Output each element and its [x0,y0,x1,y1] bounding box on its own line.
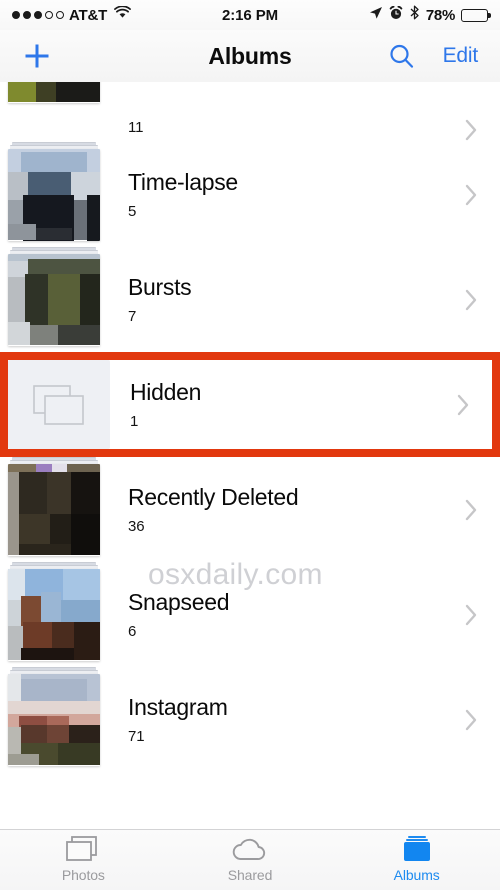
album-row-time-lapse[interactable]: Time-lapse 5 [0,141,500,247]
chevron-right-icon [460,603,482,627]
album-row-recently-deleted[interactable]: Recently Deleted 36 [0,456,500,562]
chevron-right-icon [460,288,482,312]
albums-folder-icon [398,836,436,864]
album-name: Instagram [128,694,228,721]
alarm-clock-icon [389,5,403,25]
location-arrow-icon [369,6,383,25]
photos-stack-icon [64,836,102,864]
bluetooth-icon [409,5,420,25]
signal-dot [23,11,31,19]
album-thumbnail [8,360,110,449]
album-row-text: Hidden 1 [110,379,452,429]
album-count: 5 [128,202,137,220]
chevron-right-icon [460,498,482,522]
cloud-icon [229,837,271,864]
album-name: Hidden [130,379,202,406]
album-row-text: Time-lapse 5 [108,169,460,219]
tab-shared[interactable]: Shared [167,837,334,883]
album-count: 11 [128,119,144,136]
album-row-partial[interactable]: 11 [0,82,500,142]
album-row-text: Recently Deleted 36 [108,484,460,534]
album-count: 1 [130,412,139,430]
album-row-text: 11 [108,112,460,142]
battery-icon [461,8,491,22]
chevron-right-icon [460,183,482,207]
chevron-right-icon [460,708,482,732]
album-row-instagram[interactable]: Instagram 71 [0,666,500,772]
signal-dot [56,11,64,19]
album-name: Snapseed [128,589,230,616]
album-row-bursts[interactable]: Bursts 7 [0,246,500,352]
album-count: 71 [128,727,145,745]
placeholder-stacked-photos-icon [8,360,110,449]
navigation-bar-right: Edit [250,43,478,70]
edit-button[interactable]: Edit [443,44,479,68]
album-thumbnail [0,82,108,142]
album-thumbnail [0,666,108,772]
album-row-snapseed[interactable]: Snapseed 6 [0,561,500,667]
sky-building-photo [8,568,100,661]
status-bar: AT&T 2:16 PM 78% [0,0,500,30]
landscape-sunset-photo [8,673,100,766]
navigation-bar: Albums Edit [0,30,500,82]
album-count: 6 [128,622,137,640]
iphone-screen: AT&T 2:16 PM 78% Albums Edit 11 Time-lap… [0,0,500,890]
tab-albums-label: Albums [393,867,440,883]
navigation-bar-left [22,41,250,71]
olive-green-photo [8,253,100,346]
search-button[interactable] [388,43,415,70]
album-row-hidden[interactable]: Hidden 1 [8,360,492,449]
album-thumbnail [0,561,108,667]
tab-bar: Photos Shared Albums [0,829,500,890]
battery-percent-label: 78% [425,6,455,24]
album-count: 7 [128,307,137,325]
album-thumbnail [0,456,108,562]
highlight-callout-hidden: Hidden 1 [0,352,500,457]
tab-shared-label: Shared [227,867,273,883]
tab-photos[interactable]: Photos [0,836,167,883]
signal-dot [45,11,53,19]
olive-dark-photo [8,82,100,103]
blue-gray-dark-photo [8,148,100,241]
album-name: Recently Deleted [128,484,299,511]
album-name: Time-lapse [128,169,238,196]
signal-dot [12,11,20,19]
album-thumbnail [0,141,108,247]
album-name: Bursts [128,274,192,301]
dark-brown-photo [8,463,100,556]
album-row-text: Bursts 7 [108,274,460,324]
signal-strength-dots [12,11,64,19]
carrier-label: AT&T [69,6,108,24]
chevron-right-icon [460,118,482,142]
tab-photos-label: Photos [61,867,105,883]
album-row-text: Snapseed 6 [108,589,460,639]
wifi-icon [114,5,132,24]
status-bar-left: AT&T [12,5,250,24]
add-album-button[interactable] [22,41,52,71]
chevron-right-icon [452,393,474,417]
status-bar-right: 78% [250,5,491,25]
albums-list[interactable]: 11 Time-lapse 5 Bursts 7 Hidden 1 Recent… [0,82,500,830]
album-row-text: Instagram 71 [108,694,460,744]
album-count: 36 [128,517,145,535]
signal-dot [34,11,42,19]
album-thumbnail [0,246,108,352]
tab-albums[interactable]: Albums [333,836,500,883]
